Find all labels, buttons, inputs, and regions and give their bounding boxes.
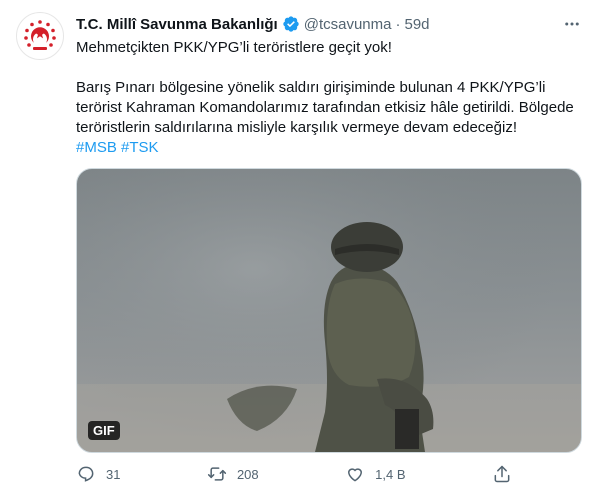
heart-icon [345, 464, 365, 484]
tweet-hashtags: #MSB #TSK [76, 138, 586, 158]
tweet-headline: Mehmetçikten PKK/YPG’li teröristlere geç… [76, 39, 392, 56]
more-icon[interactable] [560, 12, 584, 36]
tweet-card[interactable]: T.C. Millî Savunma Bakanlığı @tcsavunma … [0, 0, 600, 497]
ministry-logo-icon [24, 20, 56, 50]
author-handle[interactable]: @tcsavunma [304, 16, 392, 33]
avatar[interactable] [16, 12, 64, 60]
gif-badge: GIF [88, 421, 120, 440]
soldier-image [77, 169, 581, 452]
gif-media[interactable]: GIF [76, 168, 582, 453]
timestamp[interactable]: 59d [404, 16, 429, 33]
like-count: 1,4 B [375, 466, 406, 482]
retweet-button[interactable]: 208 [207, 464, 259, 484]
hashtag-tsk[interactable]: #TSK [121, 139, 159, 156]
verified-badge-icon [282, 15, 300, 33]
like-button[interactable]: 1,4 B [345, 464, 406, 484]
tweet-body: Barış Pınarı bölgesine yönelik saldırı g… [76, 79, 574, 136]
author-display-name[interactable]: T.C. Millî Savunma Bakanlığı [76, 16, 278, 33]
reply-button[interactable]: 31 [76, 464, 120, 484]
tweet-header: T.C. Millî Savunma Bakanlığı @tcsavunma … [76, 14, 584, 34]
reply-count: 31 [106, 466, 121, 482]
hashtag-msb[interactable]: #MSB [76, 139, 117, 156]
share-button[interactable] [492, 464, 512, 484]
action-bar: 31 208 1,4 B [76, 462, 512, 486]
tweet-text: Mehmetçikten PKK/YPG’li teröristlere geç… [76, 38, 586, 158]
separator-dot: · [395, 15, 401, 33]
share-icon [492, 464, 512, 484]
retweet-count: 208 [236, 466, 259, 482]
reply-icon [76, 464, 96, 484]
retweet-icon [207, 464, 227, 484]
